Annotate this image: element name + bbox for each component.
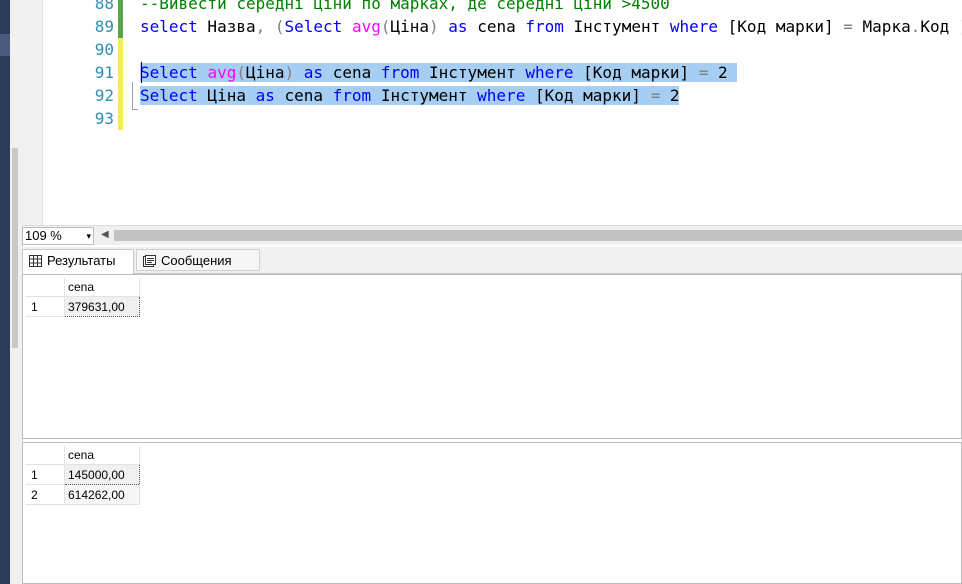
code-line[interactable]: Select avg(Ціна) as cena from Інстумент … bbox=[140, 61, 738, 84]
code-line[interactable]: --Вивести середні ціни по марках, де сер… bbox=[140, 0, 670, 15]
tab-results[interactable]: Результаты bbox=[22, 249, 134, 274]
change-bar bbox=[118, 38, 123, 61]
dropdown-arrow-icon: ▾ bbox=[86, 231, 91, 241]
window-edge-tab bbox=[0, 34, 10, 56]
grid-cell[interactable]: 379631,00 bbox=[64, 296, 140, 317]
row-header-corner[interactable] bbox=[26, 446, 65, 465]
tab-results-label: Результаты bbox=[47, 253, 116, 268]
editor-status-bar: 109 % ▾ ◀ bbox=[22, 225, 962, 245]
grid-icon bbox=[29, 255, 42, 267]
line-number: 89 bbox=[94, 17, 114, 36]
line-number: 91 bbox=[94, 63, 114, 82]
tab-messages-label: Сообщения bbox=[161, 253, 232, 268]
grid-cell[interactable]: 614262,00 bbox=[64, 484, 140, 505]
row-number[interactable]: 1 bbox=[26, 464, 65, 485]
line-number: 92 bbox=[94, 86, 114, 105]
code-line[interactable]: Select Ціна as cena from Інстумент where… bbox=[140, 84, 680, 107]
change-bar bbox=[118, 15, 123, 38]
change-bar bbox=[118, 84, 123, 107]
grid-header-row: cena bbox=[26, 278, 140, 297]
code-line[interactable]: select Назва, (Select avg(Ціна) as cena … bbox=[140, 15, 962, 38]
result-table-1[interactable]: cena 1 379631,00 bbox=[26, 278, 140, 317]
line-number: 88 bbox=[94, 0, 114, 13]
zoom-dropdown[interactable]: 109 % ▾ bbox=[22, 227, 94, 245]
window-edge bbox=[0, 0, 10, 584]
grid-header-row: cena bbox=[26, 446, 140, 465]
column-header-cena[interactable]: cena bbox=[64, 446, 140, 465]
zoom-value: 109 % bbox=[25, 228, 62, 243]
query-editor[interactable]: 88 89 90 91 92 93 --Вивести середні ціни по м… bbox=[22, 0, 962, 225]
row-number[interactable]: 2 bbox=[26, 484, 65, 505]
change-bar bbox=[118, 61, 123, 84]
editor-margin bbox=[22, 0, 43, 225]
horizontal-scrollbar-thumb[interactable] bbox=[114, 230, 962, 241]
tab-messages[interactable]: Сообщения bbox=[136, 249, 260, 271]
table-row[interactable]: 2 614262,00 bbox=[26, 484, 140, 505]
outline-line-end bbox=[132, 109, 138, 110]
row-header-corner[interactable] bbox=[26, 278, 65, 297]
line-number: 93 bbox=[94, 109, 114, 128]
change-bar bbox=[118, 107, 123, 130]
line-number: 90 bbox=[94, 40, 114, 59]
grid-cell[interactable]: 145000,00 bbox=[64, 464, 140, 485]
results-tabs: Результаты Сообщения bbox=[22, 247, 962, 274]
table-row[interactable]: 1 145000,00 bbox=[26, 464, 140, 485]
side-scrollbar[interactable] bbox=[12, 148, 18, 348]
column-header-cena[interactable]: cena bbox=[64, 278, 140, 297]
outline-line bbox=[132, 82, 133, 110]
scroll-left-icon[interactable]: ◀ bbox=[101, 229, 109, 240]
change-bar bbox=[118, 0, 123, 15]
text-caret bbox=[141, 62, 142, 83]
row-number[interactable]: 1 bbox=[26, 296, 65, 317]
table-row[interactable]: 1 379631,00 bbox=[26, 296, 140, 317]
result-grid-1[interactable]: cena 1 379631,00 bbox=[22, 274, 962, 439]
result-table-2[interactable]: cena 1 145000,00 2 614262,00 bbox=[26, 446, 140, 505]
messages-icon bbox=[143, 255, 156, 267]
result-grid-2[interactable]: cena 1 145000,00 2 614262,00 bbox=[22, 442, 962, 584]
